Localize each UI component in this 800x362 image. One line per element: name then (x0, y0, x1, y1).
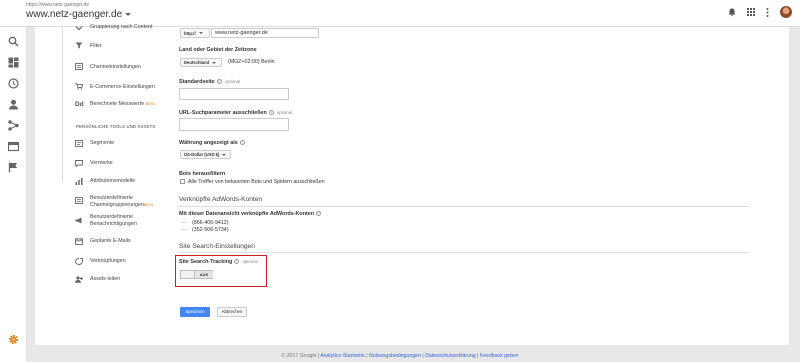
toggle-state: AUS (194, 271, 213, 278)
behavior-icon[interactable] (8, 141, 19, 152)
admin-panel: Gruppierung nach Content Filter Channele… (35, 24, 789, 345)
annotations-icon (75, 160, 83, 167)
help-icon[interactable]: ? (316, 211, 322, 217)
site-search-section-title: Site Search-Einstellungen (179, 243, 255, 250)
nav-item-content-grouping[interactable]: Gruppierung nach Content (90, 24, 175, 31)
site-search-toggle[interactable]: AUS (180, 270, 213, 279)
divider (179, 252, 749, 253)
adwords-label: Mit dieser Datenansicht verknüpfte AdWor… (179, 211, 322, 217)
nav-item-filter[interactable]: Filter (90, 43, 175, 50)
acquisition-icon[interactable] (8, 120, 19, 131)
help-icon[interactable]: ? (216, 79, 222, 85)
url-protocol-select[interactable]: http:// (180, 28, 210, 38)
megaphone-icon (75, 217, 82, 224)
tools-section-header: PERSÖNLICHE TOOLS UND ASSETS (76, 124, 156, 129)
terms-link[interactable]: Nutzungsbedingungen (369, 353, 421, 359)
nav-item-calculated-metrics[interactable]: Berechnete Messwerte BETA (90, 101, 175, 108)
cart-icon (75, 83, 83, 90)
chevron-down-icon (125, 13, 132, 16)
bell-icon[interactable] (728, 8, 736, 17)
footer: © 2017 Google | Analytics-Startseite | N… (281, 353, 519, 359)
content-grouping-icon (75, 26, 83, 31)
admin-gear-icon[interactable] (8, 334, 19, 345)
channel-grouping-icon (75, 197, 83, 204)
exclude-params-label: URL-Suchparameter ausschließen? optional (179, 110, 293, 116)
nav-item-shortcuts[interactable]: Verknüpfungen (90, 258, 175, 265)
bot-filter-label: Bots herausfiltern (179, 171, 226, 177)
analytics-home-link[interactable]: Analytics-Startseite (320, 353, 364, 359)
avatar[interactable] (780, 6, 792, 18)
bot-filter-checkbox[interactable] (180, 179, 185, 184)
timezone-value: (MGZ+02:00) Berlin (228, 59, 275, 65)
calculated-metrics-icon: Dd (75, 101, 84, 108)
default-page-field[interactable] (179, 88, 289, 100)
nav-item-ecommerce[interactable]: E-Commerce-Einstellungen (90, 84, 175, 91)
currency-label: Währung angezeigt als? (179, 140, 245, 146)
adwords-account: (866-406-9412) (192, 220, 229, 226)
dash-marker: — (181, 227, 186, 233)
dash-marker: — (181, 220, 186, 226)
share-assets-icon (75, 276, 83, 283)
website-url-field[interactable]: www.netz-gaenger.de (211, 28, 319, 38)
help-icon[interactable]: ? (234, 259, 240, 265)
person-icon[interactable] (8, 99, 19, 110)
nav-item-segments[interactable]: Segmente (90, 140, 175, 147)
nav-item-attribution[interactable]: Attributionsmodelle (90, 178, 175, 185)
left-rail (0, 27, 27, 362)
nav-item-scheduled-emails[interactable]: Geplante E-Mails (90, 238, 175, 245)
scheduled-email-icon (75, 238, 83, 245)
view-settings-nav: Gruppierung nach Content Filter Channele… (35, 24, 170, 345)
site-search-tracking-label: Site Search-Tracking? optional (179, 259, 258, 265)
nav-item-channel-settings[interactable]: Channeleinstellungen (90, 64, 175, 71)
more-vert-icon[interactable] (766, 7, 769, 17)
clock-icon[interactable] (8, 78, 19, 89)
property-name: www.netz-gaenger.de (26, 9, 123, 20)
nav-item-custom-channel-groupings[interactable]: Benutzerdefinierte ChannelgruppierungenB… (90, 195, 175, 208)
exclude-params-textarea[interactable] (179, 118, 289, 131)
property-selector[interactable]: www.netz-gaenger.de (26, 9, 132, 20)
attribution-icon (75, 178, 83, 185)
country-select[interactable]: Deutschland (180, 58, 222, 67)
account-url: https://www.netz-gaenger.de (26, 2, 90, 8)
filter-icon (75, 42, 83, 49)
adwords-account: (352-506-5734) (192, 227, 229, 233)
flag-icon[interactable] (8, 162, 19, 173)
shortcuts-icon (75, 258, 83, 265)
default-page-label: Standardseite? optional (179, 79, 241, 85)
adwords-section-title: Verknüpfte AdWords-Konten (179, 196, 263, 203)
bot-filter-checkbox-label: Alle Treffer von bekannten Bots und Spid… (188, 179, 325, 185)
channel-settings-icon (75, 63, 83, 70)
currency-select[interactable]: US-Dollar (USD $) (180, 150, 231, 159)
search-icon[interactable] (8, 36, 19, 47)
country-label: Land oder Gebiet der Zeitzone (179, 47, 257, 53)
help-icon[interactable]: ? (268, 110, 274, 116)
help-icon[interactable]: ? (239, 140, 245, 146)
chevron-down-icon (198, 32, 203, 34)
dashboard-icon[interactable] (8, 57, 19, 68)
top-bar: https://www.netz-gaenger.de www.netz-gae… (0, 0, 800, 27)
cancel-button[interactable]: Abbrechen (217, 307, 247, 317)
nav-item-annotations[interactable]: Vermerke (90, 160, 175, 167)
apps-grid-icon[interactable] (747, 8, 755, 16)
beta-badge: BETA (143, 202, 154, 207)
divider (179, 206, 749, 207)
nav-item-custom-alerts[interactable]: Benutzerdefinierte Benachrichtigungen (90, 214, 175, 227)
segments-icon (75, 140, 83, 147)
chevron-down-icon (222, 153, 227, 156)
privacy-link[interactable]: Datenschutzerklärung (425, 353, 475, 359)
beta-badge: BETA (145, 102, 155, 106)
nav-item-share-assets[interactable]: Assets teilen (90, 276, 175, 283)
feedback-link[interactable]: Feedback geben (480, 353, 519, 359)
chevron-down-icon (212, 61, 217, 64)
save-button[interactable]: Speichern (180, 307, 210, 317)
